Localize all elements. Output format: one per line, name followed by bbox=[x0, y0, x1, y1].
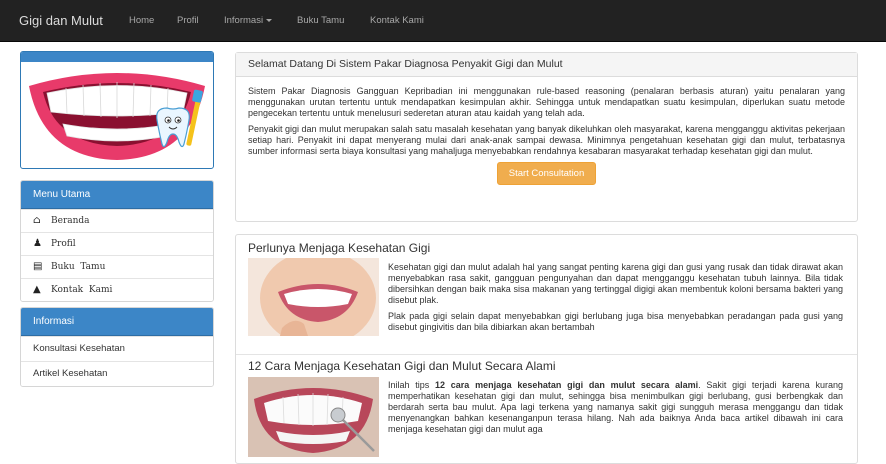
nav-informasi[interactable]: Informasi bbox=[224, 0, 273, 42]
welcome-paragraph-1: Sistem Pakar Diagnosis Gangguan Kepribad… bbox=[248, 86, 845, 118]
welcome-title: Selamat Datang Di Sistem Pakar Diagnosa … bbox=[236, 53, 857, 77]
dental-mirror-image bbox=[248, 377, 379, 457]
menu-utama-heading: Menu Utama bbox=[21, 181, 213, 209]
article-intro: Inilah tips bbox=[388, 380, 436, 390]
article-paragraph: Plak pada gigi selain dapat menyebabkan … bbox=[388, 311, 843, 332]
user-icon: ♟ bbox=[33, 238, 42, 249]
welcome-paragraph-2: Penyakit gigi dan mulut merupakan salah … bbox=[248, 124, 845, 156]
logo-panel-header bbox=[21, 52, 213, 62]
card-icon: ▤ bbox=[33, 261, 43, 272]
article-text: Kesehatan gigi dan mulut adalah hal yang… bbox=[388, 262, 843, 338]
nav-home[interactable]: Home bbox=[129, 0, 154, 42]
sidebar-item-kontak-kami[interactable]: ▲ Kontak Kami bbox=[21, 278, 213, 301]
sidebar-item-label: Kontak Kami bbox=[51, 285, 113, 295]
caret-down-icon bbox=[266, 18, 273, 22]
smiling-woman-image bbox=[248, 258, 379, 336]
sidebar-item-artikel[interactable]: Artikel Kesehatan bbox=[21, 361, 213, 386]
article-highlight: 12 cara menjaga kesehatan gigi dan mulut… bbox=[435, 380, 699, 390]
menu-utama-panel: Menu Utama ⌂ Beranda ♟ Profil ▤ Buku Tamu ▲… bbox=[20, 180, 214, 302]
brand-link[interactable]: Gigi dan Mulut bbox=[19, 0, 103, 42]
welcome-panel: Selamat Datang Di Sistem Pakar Diagnosa … bbox=[235, 52, 858, 222]
nav-profil[interactable]: Profil bbox=[177, 0, 199, 42]
nav-kontak-kami[interactable]: Kontak Kami bbox=[370, 0, 424, 42]
smile-logo-image bbox=[29, 73, 205, 160]
home-icon: ⌂ bbox=[33, 215, 41, 226]
logo-panel bbox=[20, 51, 214, 169]
articles-panel: Perlunya Menjaga Kesehatan Gigi Kesehata… bbox=[235, 234, 858, 464]
article-paragraph: Inilah tips 12 cara menjaga kesehatan gi… bbox=[388, 380, 843, 435]
nav-buku-tamu[interactable]: Buku Tamu bbox=[297, 0, 344, 42]
top-navbar: Gigi dan Mulut Home Profil Informasi Buk… bbox=[0, 0, 886, 42]
sidebar-item-buku-tamu[interactable]: ▤ Buku Tamu bbox=[21, 255, 213, 278]
sidebar-item-beranda[interactable]: ⌂ Beranda bbox=[21, 209, 213, 232]
sidebar-item-profil[interactable]: ♟ Profil bbox=[21, 232, 213, 255]
contact-icon: ▲ bbox=[33, 284, 41, 295]
start-consultation-button[interactable]: Start Consultation bbox=[496, 162, 597, 185]
informasi-panel: Informasi Konsultasi Kesehatan Artikel K… bbox=[20, 307, 214, 387]
sidebar-item-label: Buku Tamu bbox=[51, 262, 106, 272]
article-text: Inilah tips 12 cara menjaga kesehatan gi… bbox=[388, 380, 843, 440]
sidebar-item-konsultasi[interactable]: Konsultasi Kesehatan bbox=[21, 336, 213, 361]
article-title[interactable]: 12 Cara Menjaga Kesehatan Gigi dan Mulut… bbox=[248, 359, 556, 373]
article-paragraph: Kesehatan gigi dan mulut adalah hal yang… bbox=[388, 262, 843, 305]
informasi-heading: Informasi bbox=[21, 308, 213, 336]
article-divider bbox=[236, 354, 857, 355]
nav-informasi-label: Informasi bbox=[224, 15, 264, 26]
sidebar-item-label: Beranda bbox=[51, 216, 90, 226]
sidebar-item-label: Profil bbox=[51, 239, 76, 249]
article-title[interactable]: Perlunya Menjaga Kesehatan Gigi bbox=[248, 241, 430, 255]
